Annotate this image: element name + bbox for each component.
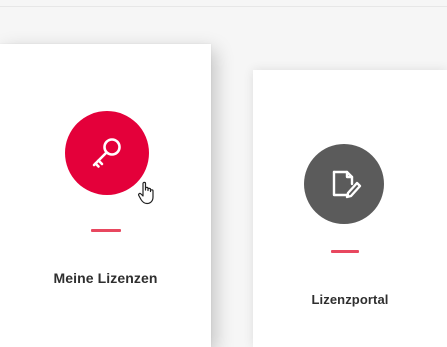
card-label-meine-lizenzen: Meine Lizenzen xyxy=(53,270,158,286)
hand-pointer-icon xyxy=(137,180,159,206)
document-edit-icon xyxy=(332,170,362,199)
accent-line xyxy=(91,229,121,232)
accent-line xyxy=(331,250,359,253)
key-icon xyxy=(92,138,121,168)
card-meine-lizenzen[interactable]: Meine Lizenzen xyxy=(0,44,211,347)
top-divider xyxy=(0,6,447,7)
card-lizenzportal[interactable]: Lizenzportal xyxy=(253,70,447,347)
card-label-lizenzportal: Lizenzportal xyxy=(311,292,389,307)
document-edit-icon-circle[interactable] xyxy=(304,144,384,224)
